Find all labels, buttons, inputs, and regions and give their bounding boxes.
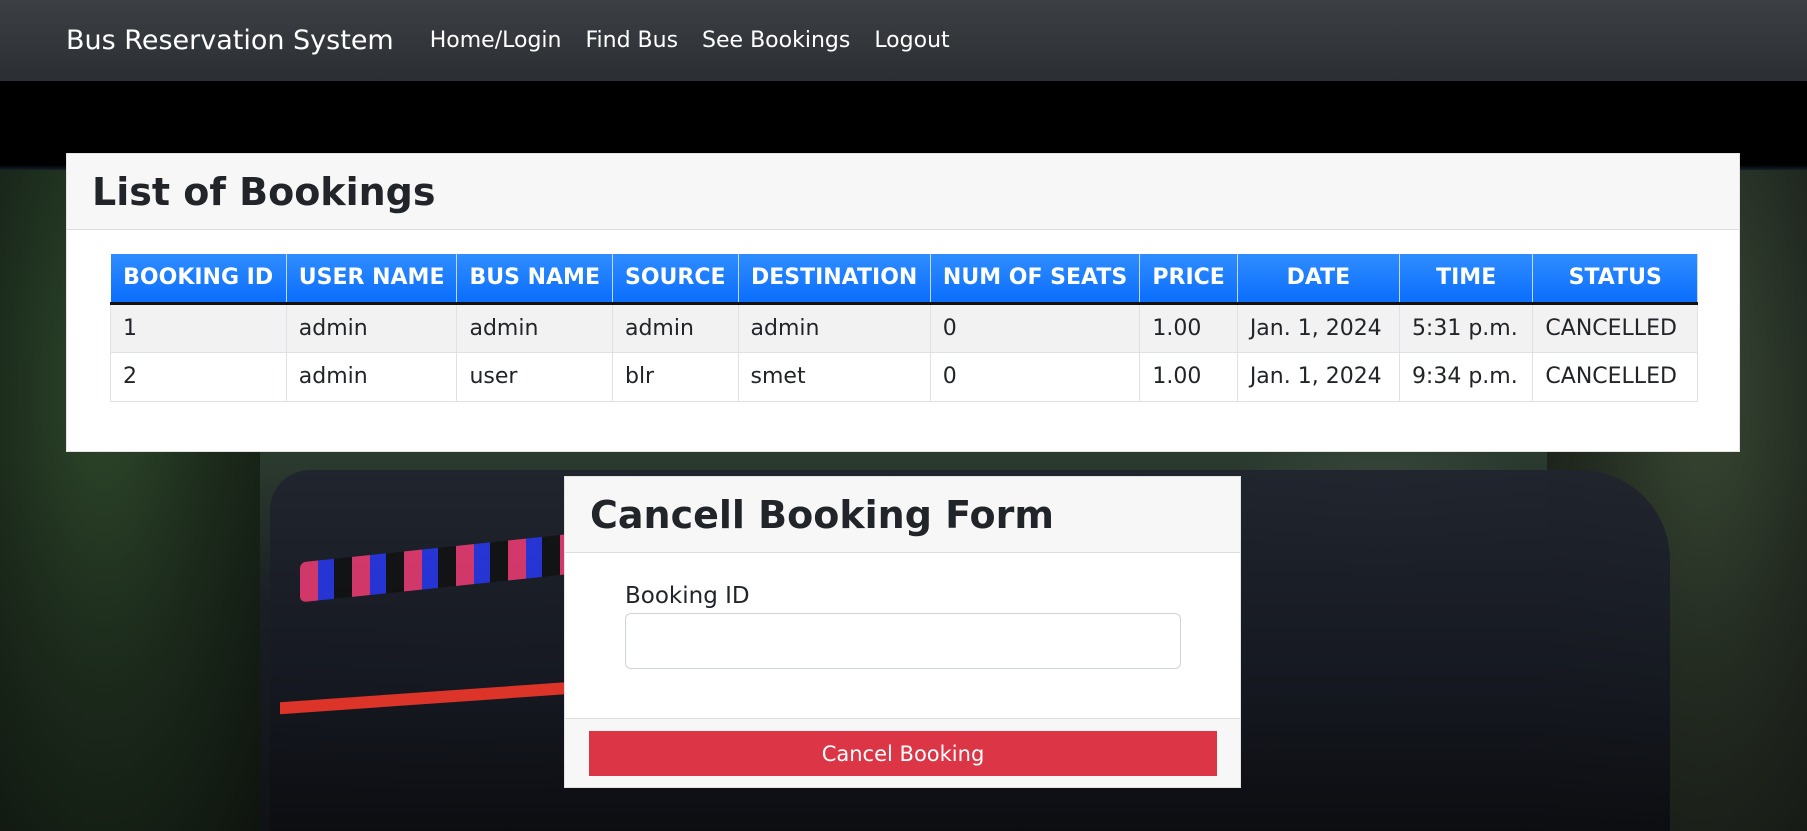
cell-bus-name: user — [456, 351, 613, 402]
cell-user-name: admin — [285, 351, 458, 402]
cancel-booking-button[interactable]: Cancel Booking — [589, 731, 1217, 776]
cell-date: Jan. 1, 2024 — [1236, 302, 1400, 353]
nav-see-bookings[interactable]: See Bookings — [702, 28, 850, 53]
column-time: TIME — [1399, 254, 1534, 305]
cell-source: admin — [611, 302, 739, 353]
table-header-row: BOOKING ID USER NAME BUS NAME SOURCE DES… — [110, 254, 1698, 305]
cell-status: CANCELLED — [1532, 302, 1698, 353]
column-num-of-seats: NUM OF SEATS — [930, 254, 1141, 305]
cell-num-of-seats: 0 — [929, 302, 1141, 353]
brand-link[interactable]: Bus Reservation System — [66, 25, 394, 56]
cell-source: blr — [611, 351, 739, 402]
column-date: DATE — [1237, 254, 1400, 305]
cancel-form-title: Cancell Booking Form — [590, 493, 1054, 537]
nav-home-login[interactable]: Home/Login — [430, 28, 562, 53]
column-booking-id: BOOKING ID — [110, 254, 287, 305]
cell-price: 1.00 — [1139, 351, 1238, 402]
booking-id-input[interactable] — [625, 613, 1181, 669]
cell-time: 9:34 p.m. — [1398, 351, 1534, 402]
table-row: 1 admin admin admin admin 0 1.00 Jan. 1,… — [110, 302, 1698, 353]
cell-booking-id: 1 — [110, 302, 287, 353]
column-bus-name: BUS NAME — [456, 254, 613, 305]
column-user-name: USER NAME — [286, 254, 458, 305]
column-status: STATUS — [1532, 254, 1698, 305]
cell-user-name: admin — [285, 302, 458, 353]
cell-num-of-seats: 0 — [929, 351, 1141, 402]
column-price: PRICE — [1139, 254, 1238, 305]
nav-find-bus[interactable]: Find Bus — [585, 28, 678, 53]
cell-status: CANCELLED — [1532, 351, 1698, 402]
cancel-card-footer: Cancel Booking — [565, 718, 1240, 787]
cell-destination: smet — [737, 351, 931, 402]
bookings-title: List of Bookings — [92, 170, 436, 214]
cell-time: 5:31 p.m. — [1398, 302, 1534, 353]
cancel-card-header: Cancell Booking Form — [565, 477, 1240, 553]
navbar: Bus Reservation System Home/Login Find B… — [0, 0, 1807, 81]
bookings-table: BOOKING ID USER NAME BUS NAME SOURCE DES… — [110, 254, 1698, 402]
nav-logout[interactable]: Logout — [874, 28, 949, 53]
cell-bus-name: admin — [456, 302, 613, 353]
table-row: 2 admin user blr smet 0 1.00 Jan. 1, 202… — [110, 351, 1698, 402]
cell-destination: admin — [737, 302, 931, 353]
booking-id-label: Booking ID — [625, 583, 750, 609]
bookings-card: List of Bookings BOOKING ID USER NAME BU… — [66, 153, 1740, 452]
cell-booking-id: 2 — [110, 351, 287, 402]
cell-date: Jan. 1, 2024 — [1236, 351, 1400, 402]
cell-price: 1.00 — [1139, 302, 1238, 353]
column-source: SOURCE — [612, 254, 739, 305]
bookings-card-header: List of Bookings — [67, 154, 1739, 230]
cancel-booking-card: Cancell Booking Form Booking ID Cancel B… — [564, 476, 1241, 788]
column-destination: DESTINATION — [738, 254, 931, 305]
